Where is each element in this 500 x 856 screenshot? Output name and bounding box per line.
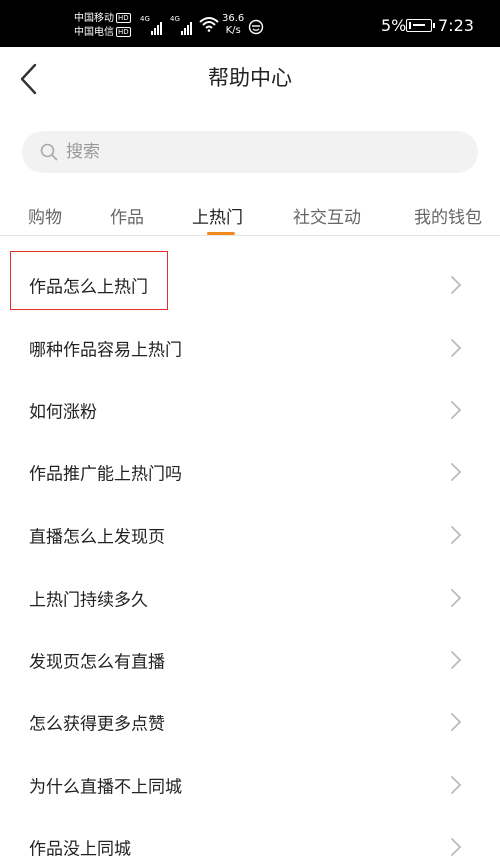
list-item[interactable]: 如何涨粉 bbox=[0, 379, 500, 441]
tab-wallet[interactable]: 我的钱包 bbox=[414, 203, 482, 228]
list-item[interactable]: 直播怎么上发现页 bbox=[0, 504, 500, 566]
list-item[interactable]: 发现页怎么有直播 bbox=[0, 629, 500, 691]
battery-icon bbox=[406, 19, 435, 32]
clock: 7:23 bbox=[438, 16, 474, 35]
wifi-icon bbox=[199, 17, 219, 32]
list-item-label: 为什么直播不上同城 bbox=[29, 777, 182, 798]
category-tabs: 购物 作品 上热门 社交互动 我的钱包 bbox=[0, 198, 500, 236]
carrier-info: 中国移动 HD 中国电信 HD bbox=[74, 12, 131, 40]
list-item-label: 上热门持续多久 bbox=[29, 590, 148, 611]
chevron-right-icon bbox=[451, 401, 462, 419]
carrier-2: 中国电信 bbox=[74, 27, 114, 38]
hd-badge: HD bbox=[116, 27, 131, 37]
battery-percent: 5% bbox=[381, 16, 407, 35]
hd-badge: HD bbox=[116, 13, 131, 23]
chevron-right-icon bbox=[451, 339, 462, 357]
list-item[interactable]: 为什么直播不上同城 bbox=[0, 754, 500, 816]
chevron-right-icon bbox=[451, 589, 462, 607]
list-item-label: 发现页怎么有直播 bbox=[29, 652, 165, 673]
chevron-right-icon bbox=[451, 526, 462, 544]
list-item-label: 如何涨粉 bbox=[29, 402, 97, 423]
page-title: 帮助中心 bbox=[208, 66, 292, 90]
list-item-label: 直播怎么上发现页 bbox=[29, 527, 165, 548]
status-bar: 中国移动 HD 中国电信 HD 4G 4G 36.6 K/s 5% 7:23 bbox=[0, 0, 500, 47]
list-item-label: 作品推广能上热门吗 bbox=[29, 464, 182, 485]
list-item[interactable]: 怎么获得更多点赞 bbox=[0, 691, 500, 753]
face-icon bbox=[248, 19, 264, 35]
list-item[interactable]: 作品怎么上热门 bbox=[0, 254, 500, 316]
signal-icon: 4G bbox=[140, 15, 163, 35]
list-item[interactable]: 哪种作品容易上热门 bbox=[0, 317, 500, 379]
list-item[interactable]: 作品推广能上热门吗 bbox=[0, 441, 500, 503]
carrier-1: 中国移动 bbox=[74, 13, 114, 24]
tab-social[interactable]: 社交互动 bbox=[293, 203, 361, 228]
active-tab-indicator bbox=[207, 232, 235, 235]
list-item[interactable]: 作品没上同城 bbox=[0, 816, 500, 856]
list-item-label: 作品怎么上热门 bbox=[29, 277, 148, 298]
chevron-right-icon bbox=[451, 276, 462, 294]
chevron-right-icon bbox=[451, 463, 462, 481]
search-icon bbox=[40, 143, 58, 161]
list-item[interactable]: 上热门持续多久 bbox=[0, 567, 500, 629]
tab-trending[interactable]: 上热门 bbox=[192, 203, 243, 228]
list-item-label: 怎么获得更多点赞 bbox=[29, 714, 165, 735]
tab-works[interactable]: 作品 bbox=[110, 203, 144, 228]
search-input[interactable] bbox=[66, 142, 446, 162]
search-bar[interactable] bbox=[22, 131, 478, 173]
chevron-right-icon bbox=[451, 651, 462, 669]
chevron-right-icon bbox=[451, 776, 462, 794]
signal-icon: 4G bbox=[170, 15, 193, 35]
list-item-label: 哪种作品容易上热门 bbox=[29, 340, 182, 361]
list-item-label: 作品没上同城 bbox=[29, 839, 131, 856]
chevron-right-icon bbox=[451, 838, 462, 856]
network-speed: 36.6 K/s bbox=[222, 13, 245, 36]
chevron-right-icon bbox=[451, 713, 462, 731]
tab-shopping[interactable]: 购物 bbox=[28, 203, 62, 228]
